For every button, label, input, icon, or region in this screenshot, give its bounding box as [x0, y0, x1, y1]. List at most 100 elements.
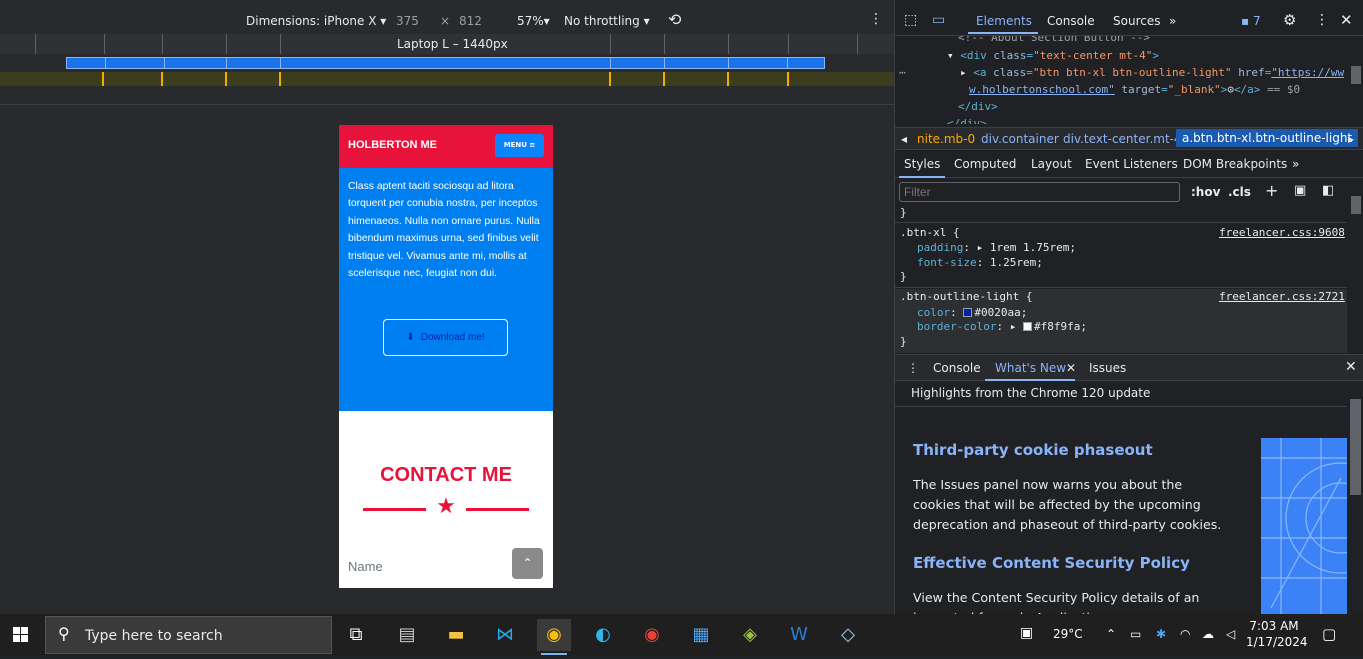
rule-source-link[interactable]: freelancer.css:9608	[1219, 226, 1345, 241]
color-swatch[interactable]	[963, 308, 973, 317]
cls-toggle[interactable]: .cls	[1228, 185, 1251, 199]
close-drawer-icon[interactable]: ✕	[1345, 359, 1357, 375]
scrollbar[interactable]	[1347, 180, 1363, 352]
chevron-up-icon[interactable]: ⌃	[1106, 627, 1116, 641]
sidebar-toggle-icon[interactable]: ◧	[1322, 183, 1334, 198]
temperature[interactable]: 29°C	[1053, 627, 1083, 641]
name-field[interactable]: Name	[348, 559, 383, 574]
hov-toggle[interactable]: :hov	[1191, 185, 1220, 199]
height-input[interactable]: 812	[459, 14, 482, 28]
issues-badge[interactable]: ▪ 7	[1241, 14, 1261, 28]
issues-count: 7	[1252, 14, 1261, 28]
tab-issues[interactable]: Issues	[1089, 361, 1126, 375]
styles-subtabs: Styles Computed Layout Event Listeners D…	[895, 152, 1363, 178]
more-tabs-icon[interactable]: »	[1292, 157, 1299, 171]
expand-icon[interactable]: ▸	[977, 241, 984, 254]
scroll-top-button[interactable]: ⌃	[512, 548, 543, 579]
zoom-dropdown[interactable]: 57%▾	[517, 14, 550, 28]
dom-node-a[interactable]: ▸ <a class="btn btn-xl btn-outline-light…	[960, 64, 1344, 81]
breadcrumb-item[interactable]: div.container	[981, 132, 1059, 146]
battery-icon[interactable]: ▭	[1130, 627, 1141, 641]
download-label: Download me!	[420, 332, 485, 343]
throttling-label: No throttling	[564, 14, 640, 28]
dom-node-div[interactable]: ▾ <div class="text-center mt-4">	[947, 47, 1159, 64]
tab-styles[interactable]: Styles	[904, 157, 940, 171]
star-icon: ★	[436, 494, 456, 519]
breakpoint-bar[interactable]	[66, 57, 825, 69]
menu-button[interactable]: MENU ≡	[495, 134, 544, 157]
site-brand[interactable]: HOLBERTON ME	[348, 139, 437, 151]
dom-node-a-cont[interactable]: w.holbertonschool.com" target="_blank">⊙…	[969, 81, 1300, 98]
expand-icon[interactable]: ▸	[1010, 320, 1017, 333]
dom-close-div: </div>	[958, 100, 998, 113]
whats-new-heading[interactable]: Third-party cookie phaseout	[913, 441, 1153, 459]
cloud-icon[interactable]: ☁	[1202, 627, 1214, 641]
inspect-icon[interactable]: ⬚	[904, 12, 917, 28]
close-icon[interactable]: ✕	[1066, 361, 1076, 375]
tab-whats-new[interactable]: What's New	[995, 361, 1066, 375]
notification-icon[interactable]: ▢	[1322, 625, 1336, 643]
filter-input[interactable]	[899, 182, 1180, 202]
breadcrumb-item[interactable]: div.text-center.mt-4	[1063, 132, 1182, 146]
width-input[interactable]: 375	[396, 14, 419, 28]
style-property[interactable]: color: #0020aa;	[917, 306, 1027, 321]
chevron-down-icon: ▾	[543, 14, 550, 28]
min-width-bar[interactable]	[0, 72, 894, 86]
dimensions-label: Dimensions: iPhone X	[246, 14, 377, 28]
breadcrumb-item-selected[interactable]: a.btn.btn-xl.btn-outline-light	[1176, 129, 1359, 147]
volume-icon[interactable]: ◁	[1226, 627, 1235, 641]
media-query-bar[interactable]: Laptop L – 1440px	[0, 34, 894, 54]
about-text: Class aptent taciti sociosqu ad litora t…	[348, 181, 540, 280]
paint-icon[interactable]: ▣	[1294, 183, 1306, 198]
whats-new-text: View the Content Security Policy details…	[913, 590, 1200, 614]
bluetooth-icon[interactable]: ✱	[1156, 627, 1166, 641]
scrollbar[interactable]	[1347, 381, 1363, 614]
whats-new-heading[interactable]: Effective Content Security Policy	[913, 554, 1190, 572]
tab-layout[interactable]: Layout	[1031, 157, 1072, 171]
rotate-icon[interactable]: ⟲	[668, 10, 681, 29]
chevron-down-icon: ▾	[380, 14, 387, 28]
tab-computed[interactable]: Computed	[954, 157, 1016, 171]
weather-icon[interactable]: ▣	[1020, 625, 1033, 641]
dimensions-dropdown[interactable]: Dimensions: iPhone X ▾	[246, 14, 386, 28]
tab-console[interactable]: Console	[933, 361, 981, 375]
add-rule-icon[interactable]: +	[1265, 181, 1278, 200]
tab-underline	[899, 176, 945, 178]
tab-console[interactable]: Console	[1047, 14, 1095, 28]
times-sign: ×	[440, 14, 451, 28]
chevron-left-icon[interactable]: ◂	[901, 132, 907, 146]
style-property[interactable]: border-color: ▸ #f8f9fa;	[917, 320, 1087, 335]
brace: }	[900, 206, 907, 219]
tab-dom-breakpoints[interactable]: DOM Breakpoints	[1183, 157, 1287, 171]
dom-tree[interactable]: <!-- About Section Button --> ▾ <div cla…	[895, 36, 1347, 124]
breadcrumb-item[interactable]: nite.mb-0	[917, 132, 975, 146]
rule-selector[interactable]: .btn-xl {	[900, 226, 960, 241]
tab-event-listeners[interactable]: Event Listeners	[1085, 157, 1178, 171]
style-property[interactable]: font-size: 1.25rem;	[917, 256, 1043, 271]
rule-selector[interactable]: .btn-outline-light {	[900, 290, 1032, 305]
style-property[interactable]: padding: ▸ 1rem 1.75rem;	[917, 241, 1076, 256]
download-button[interactable]: ⬇ Download me!	[383, 319, 508, 356]
drawer-menu-icon[interactable]: ⋮	[907, 361, 919, 375]
rule-source-link[interactable]: freelancer.css:2721	[1219, 290, 1345, 305]
clock[interactable]: 7:03 AM 1/17/2024	[1246, 618, 1308, 650]
scrollbar[interactable]	[1347, 36, 1363, 124]
device-toggle-icon[interactable]: ▭	[932, 12, 945, 28]
more-options-icon[interactable]: ⋮	[1315, 12, 1329, 28]
site-navbar: HOLBERTON ME MENU ≡	[339, 125, 553, 168]
styles-pane[interactable]: } .btn-xl { freelancer.css:9608 padding:…	[895, 206, 1347, 353]
device-emulation-pane: Dimensions: iPhone X ▾ 375 × 812 57%▾ No…	[0, 0, 894, 614]
whats-new-content: Third-party cookie phaseout The Issues p…	[895, 407, 1347, 614]
tab-sources[interactable]: Sources	[1113, 14, 1160, 28]
chevron-right-icon[interactable]: ▸	[1348, 132, 1354, 146]
tab-underline	[968, 32, 1038, 34]
throttling-dropdown[interactable]: No throttling ▾	[564, 14, 650, 28]
ellipsis-icon[interactable]: ⋯	[899, 64, 906, 81]
close-icon[interactable]: ✕	[1340, 11, 1353, 29]
more-tabs-icon[interactable]: »	[1169, 14, 1176, 28]
gear-icon[interactable]: ⚙	[1283, 11, 1296, 29]
tab-elements[interactable]: Elements	[976, 14, 1032, 28]
more-options-icon[interactable]: ⋮	[869, 11, 883, 27]
wifi-icon[interactable]: ◠	[1180, 627, 1190, 641]
color-swatch[interactable]	[1022, 322, 1032, 331]
